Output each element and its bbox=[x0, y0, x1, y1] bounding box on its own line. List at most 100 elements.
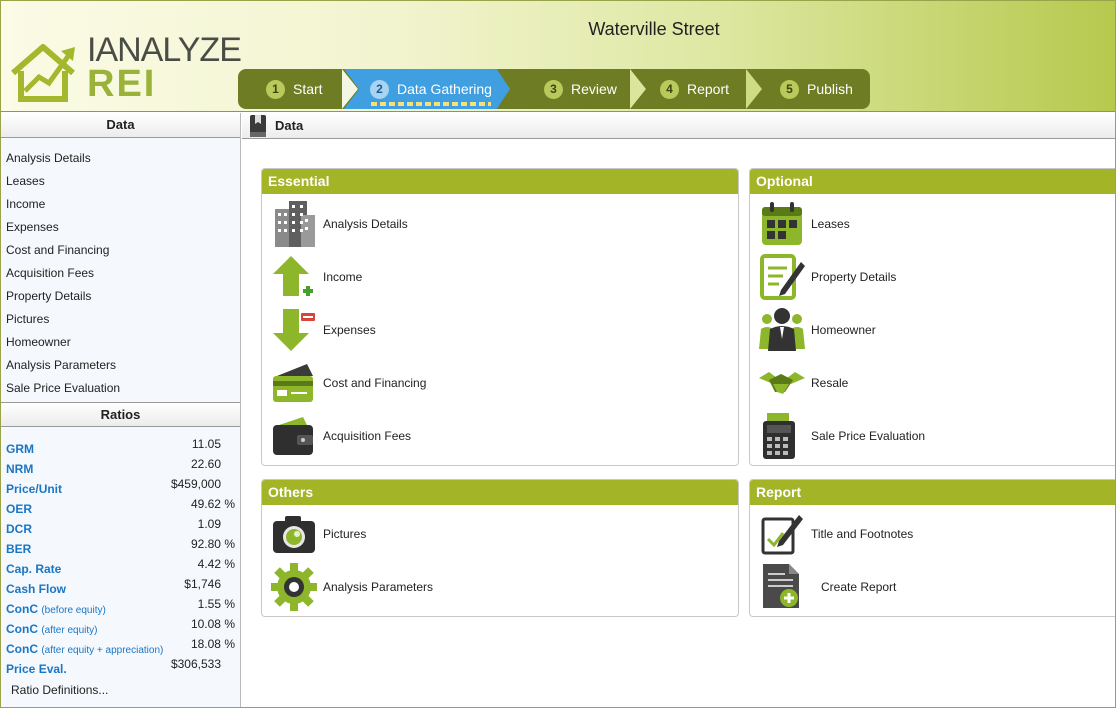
item-label: Leases bbox=[811, 217, 850, 231]
item-income[interactable]: Income bbox=[271, 252, 362, 302]
sidebar-item-expenses[interactable]: Expenses bbox=[1, 216, 240, 239]
wizard-step-start[interactable]: 1 Start bbox=[238, 69, 344, 109]
step-number: 1 bbox=[266, 79, 285, 99]
ratio-value: 4.42 % bbox=[197, 557, 235, 571]
wizard-steps: 1 Start 2 Data Gathering 3 Review 4 Repo… bbox=[238, 69, 870, 109]
others-panel: Others Pictures Analysis Parameters bbox=[261, 479, 739, 617]
active-step-indicator bbox=[371, 102, 491, 106]
edit-note-icon bbox=[759, 509, 805, 559]
panel-title: Optional bbox=[750, 169, 1115, 194]
ratio-name[interactable]: NRM bbox=[6, 462, 33, 476]
ratio-name[interactable]: ConC (after equity + appreciation) bbox=[6, 642, 163, 656]
content-header: Data bbox=[242, 113, 1115, 139]
item-title-and-footnotes[interactable]: Title and Footnotes bbox=[759, 509, 913, 559]
wizard-step-publish[interactable]: 5 Publish bbox=[748, 69, 870, 109]
item-label: Cost and Financing bbox=[323, 376, 427, 390]
item-property-details[interactable]: Property Details bbox=[759, 252, 896, 302]
add-document-icon bbox=[759, 562, 805, 612]
ratio-name[interactable]: Price/Unit bbox=[6, 482, 62, 496]
wizard-step-report[interactable]: 4 Report bbox=[630, 69, 748, 109]
calendar-icon bbox=[759, 199, 805, 249]
item-label: Income bbox=[323, 270, 363, 284]
ratio-list: GRM 11.05 NRM 22.60 Price/Unit $459,000 OER… bbox=[1, 427, 240, 677]
ratio-value: 22.60 bbox=[190, 457, 221, 471]
item-resale[interactable]: Resale bbox=[759, 358, 848, 408]
ratio-name[interactable]: DCR bbox=[6, 522, 32, 536]
item-analysis-parameters[interactable]: Analysis Parameters bbox=[271, 562, 433, 612]
optional-panel: Optional Leases Property Details Homeown… bbox=[749, 168, 1115, 466]
panel-title: Others bbox=[262, 480, 738, 505]
calculator-icon bbox=[759, 411, 805, 461]
item-label: Pictures bbox=[323, 527, 367, 541]
step-number: 4 bbox=[660, 79, 679, 99]
ratio-value: 1.55 % bbox=[197, 597, 235, 611]
ratio-name[interactable]: Cash Flow bbox=[6, 582, 66, 596]
step-number: 2 bbox=[370, 79, 389, 99]
project-title: Waterville Street bbox=[588, 19, 720, 39]
step-label: Start bbox=[293, 81, 323, 97]
report-panel: Report Title and Footnotes Create Report bbox=[749, 479, 1115, 617]
sidebar-item-sale-price-evaluation[interactable]: Sale Price Evaluation bbox=[1, 377, 240, 400]
item-analysis-details[interactable]: Analysis Details bbox=[271, 199, 408, 249]
sidebar-item-property-details[interactable]: Property Details bbox=[1, 285, 240, 308]
ratio-row-ber: BER 92.80 % bbox=[1, 537, 240, 557]
income-arrow-icon bbox=[271, 252, 317, 302]
ratio-row-grm: GRM 11.05 bbox=[1, 437, 240, 457]
ratio-row-nrm: NRM 22.60 bbox=[1, 457, 240, 477]
sidebar-item-analysis-parameters[interactable]: Analysis Parameters bbox=[1, 354, 240, 377]
header: IANALYZE REI Waterville Street 1 Start 2… bbox=[1, 1, 1115, 112]
ratio-value: $459,000 bbox=[170, 477, 221, 491]
ratio-row-cash-flow: Cash Flow $1,746 bbox=[1, 577, 240, 597]
sidebar-data-list: Analysis Details Leases Income Expenses … bbox=[1, 138, 240, 400]
ratio-value: 11.05 bbox=[191, 437, 221, 451]
step-label: Report bbox=[687, 81, 730, 97]
sidebar-item-pictures[interactable]: Pictures bbox=[1, 308, 240, 331]
item-pictures[interactable]: Pictures bbox=[271, 509, 366, 559]
item-label: Expenses bbox=[323, 323, 376, 337]
ratio-value: 92.80 % bbox=[190, 537, 235, 551]
wallet-icon bbox=[271, 411, 317, 461]
sidebar-item-cost-and-financing[interactable]: Cost and Financing bbox=[1, 239, 240, 262]
ratio-row-conc-after-equity-appreciation: ConC (after equity + appreciation) 18.08 … bbox=[1, 637, 240, 657]
sidebar-ratios-header: Ratios bbox=[1, 402, 240, 427]
ratio-name[interactable]: Price Eval. bbox=[6, 662, 67, 676]
ratio-name[interactable]: BER bbox=[6, 542, 31, 556]
sidebar-item-analysis-details[interactable]: Analysis Details bbox=[1, 147, 240, 170]
ratio-name[interactable]: OER bbox=[6, 502, 32, 516]
item-label: Sale Price Evaluation bbox=[811, 429, 926, 443]
item-sale-price-evaluation[interactable]: Sale Price Evaluation bbox=[759, 411, 925, 461]
sidebar: Data Analysis Details Leases Income Expe… bbox=[1, 113, 241, 707]
gear-icon bbox=[271, 562, 317, 612]
ratio-name[interactable]: Cap. Rate bbox=[6, 562, 61, 576]
handshake-icon bbox=[759, 358, 805, 408]
item-create-report[interactable]: Create Report bbox=[759, 562, 896, 612]
camera-icon bbox=[271, 509, 317, 559]
sidebar-item-income[interactable]: Income bbox=[1, 193, 240, 216]
item-cost-and-financing[interactable]: Cost and Financing bbox=[271, 358, 426, 408]
essential-panel: Essential Analysis Details Income Expens… bbox=[261, 168, 739, 466]
ratio-name[interactable]: ConC (after equity) bbox=[6, 622, 97, 636]
ratio-name[interactable]: ConC (before equity) bbox=[6, 602, 106, 616]
sidebar-item-leases[interactable]: Leases bbox=[1, 170, 240, 193]
step-label: Data Gathering bbox=[397, 81, 492, 97]
item-label: Analysis Parameters bbox=[323, 580, 434, 594]
item-acquisition-fees[interactable]: Acquisition Fees bbox=[271, 411, 411, 461]
wizard-step-data-gathering[interactable]: 2 Data Gathering bbox=[344, 69, 510, 109]
item-leases[interactable]: Leases bbox=[759, 199, 850, 249]
sidebar-item-acquisition-fees[interactable]: Acquisition Fees bbox=[1, 262, 240, 285]
ratio-row-conc-after-equity: ConC (after equity) 10.08 % bbox=[1, 617, 240, 637]
ratio-definitions-link[interactable]: Ratio Definitions... bbox=[1, 683, 240, 697]
notepad-pen-icon bbox=[759, 252, 805, 302]
item-label: Acquisition Fees bbox=[323, 429, 412, 443]
ratio-value: $306,533 bbox=[170, 657, 221, 671]
item-homeowner[interactable]: Homeowner bbox=[759, 305, 876, 355]
sidebar-data-header: Data bbox=[1, 113, 240, 138]
ratio-name[interactable]: GRM bbox=[6, 442, 34, 456]
wizard-step-review[interactable]: 3 Review bbox=[510, 69, 628, 109]
sidebar-item-homeowner[interactable]: Homeowner bbox=[1, 331, 240, 354]
item-expenses[interactable]: Expenses bbox=[271, 305, 376, 355]
ratio-row-dcr: DCR 1.09 bbox=[1, 517, 240, 537]
item-label: Resale bbox=[811, 376, 849, 390]
building-icon bbox=[271, 199, 317, 249]
ratio-value: 18.08 % bbox=[190, 637, 235, 651]
